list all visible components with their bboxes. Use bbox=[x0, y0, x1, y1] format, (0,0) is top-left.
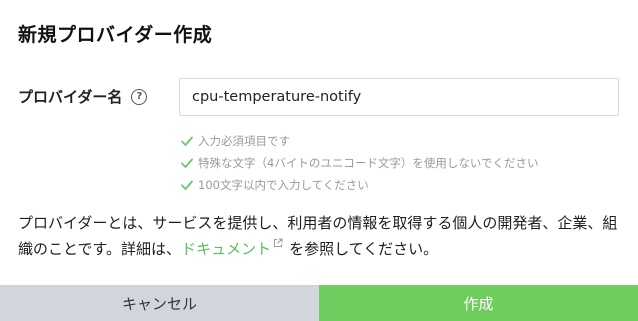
dialog-title: 新規プロバイダー作成 bbox=[18, 24, 213, 46]
check-icon bbox=[181, 136, 193, 146]
description-text-after: を参照してください。 bbox=[289, 240, 439, 258]
create-provider-dialog: 新規プロバイダー作成 プロバイダー名 ? 入力必須項目です 特殊な文字（4バイト… bbox=[0, 0, 638, 321]
hint-text: 特殊な文字（4バイトのユニコード文字）を使用しないでください bbox=[198, 156, 539, 170]
documentation-link[interactable]: ドキュメント bbox=[181, 240, 271, 258]
hint-no-special-chars: 特殊な文字（4バイトのユニコード文字）を使用しないでください bbox=[180, 152, 538, 174]
validation-hints: 入力必須項目です 特殊な文字（4バイトのユニコード文字）を使用しないでください … bbox=[180, 130, 538, 196]
check-icon bbox=[181, 158, 193, 168]
hint-text: 100文字以内で入力してください bbox=[198, 178, 369, 192]
cancel-button[interactable]: キャンセル bbox=[0, 285, 319, 321]
hint-max-length: 100文字以内で入力してください bbox=[180, 174, 538, 196]
help-icon[interactable]: ? bbox=[131, 88, 148, 105]
check-icon bbox=[181, 180, 193, 190]
hint-required: 入力必須項目です bbox=[180, 130, 538, 152]
provider-description: プロバイダーとは、サービスを提供し、利用者の情報を取得する個人の開発者、企業、組… bbox=[18, 210, 622, 262]
create-button[interactable]: 作成 bbox=[319, 285, 638, 321]
dialog-footer: キャンセル 作成 bbox=[0, 285, 638, 321]
hint-text: 入力必須項目です bbox=[198, 134, 290, 148]
provider-name-input[interactable] bbox=[179, 78, 619, 116]
provider-name-label: プロバイダー名 bbox=[18, 88, 123, 106]
external-link-icon bbox=[274, 238, 283, 247]
provider-name-label-row: プロバイダー名 ? bbox=[18, 86, 148, 107]
